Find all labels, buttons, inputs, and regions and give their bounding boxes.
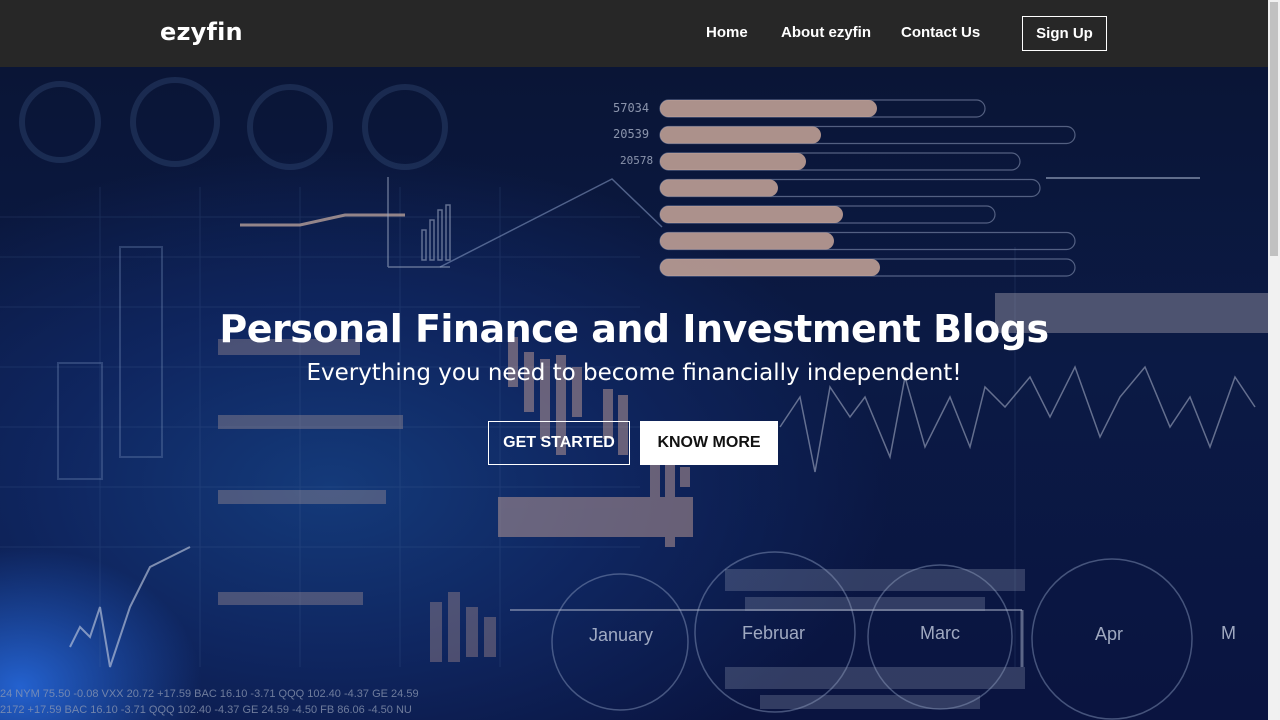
progress-fill	[660, 206, 843, 223]
bg-number-1: 57034	[613, 101, 650, 115]
progress-fill	[660, 100, 877, 117]
bg-month-april: Apr	[1095, 624, 1124, 644]
signup-button[interactable]: Sign Up	[1022, 16, 1107, 51]
nav-link-about[interactable]: About ezyfin	[781, 24, 871, 41]
bg-number-3: 20578	[620, 154, 654, 167]
brand-logo[interactable]: ezyfin	[160, 18, 243, 46]
navbar: ezyfin Home About ezyfin Contact Us Sign…	[0, 0, 1268, 67]
progress-fill	[660, 259, 880, 276]
progress-fill	[660, 126, 821, 144]
get-started-button[interactable]: GET STARTED	[488, 421, 630, 465]
ticker-line-2: 2172 +17.59 BAC 16.10 -3.71 QQQ 102.40 -…	[0, 704, 412, 716]
progress-fill	[660, 153, 806, 170]
progress-fill	[660, 179, 778, 197]
progress-fill	[660, 232, 834, 250]
bg-month-februar: Februar	[742, 623, 806, 643]
ticker-line-1: 24 NYM 75.50 -0.08 VXX 20.72 +17.59 BAC …	[0, 688, 419, 700]
scrollbar-thumb[interactable]	[1270, 2, 1278, 256]
bg-number-2: 20539	[613, 127, 650, 141]
bg-month-january: January	[589, 625, 654, 645]
nav-link-contact[interactable]: Contact Us	[901, 24, 980, 41]
page-scrollbar[interactable]	[1268, 0, 1280, 720]
know-more-button[interactable]: KNOW MORE	[640, 421, 778, 465]
hero-title: Personal Finance and Investment Blogs	[219, 307, 1049, 351]
nav-link-home[interactable]: Home	[706, 24, 748, 41]
bg-month-march: Marc	[920, 623, 960, 643]
hero-subtitle: Everything you need to become financiall…	[306, 360, 962, 386]
bg-month-may: M	[1221, 623, 1236, 643]
hero-section: 57034 20539 20578 January Februar Marc A…	[0, 67, 1268, 720]
